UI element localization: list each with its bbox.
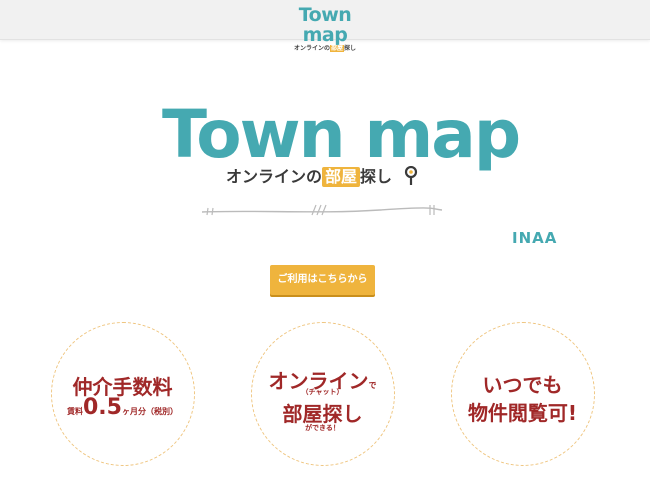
header-tag-post: 探し (344, 45, 357, 52)
map-pin-icon (404, 166, 418, 185)
hero-tag-pre: オンラインの (226, 167, 323, 186)
hero-logo-word: Town map (162, 96, 521, 173)
road-line-decoration (201, 204, 443, 216)
feature-2-line3: ができる！ (305, 424, 340, 432)
feature-3-line1: いつでも (482, 373, 563, 397)
feature-1-prefix: 賃料 (67, 407, 83, 416)
cta-button[interactable]: ご利用はこちらから (270, 265, 375, 295)
hero-tag-box: 部屋 (322, 167, 361, 187)
brand-inaa: INAA (512, 229, 558, 247)
hero-tagline: オンラインの 部屋 探し (226, 164, 392, 190)
feature-circle-commission: 仲介手数料 賃料0.5ヶ月分（税別） (51, 322, 195, 466)
feature-1-suffix: ヶ月分（税別） (121, 407, 178, 416)
feature-3-line2: 物件閲覧可! (467, 401, 578, 425)
hero-tag-post: 探し (360, 167, 393, 186)
feature-1-fee-line: 賃料0.5ヶ月分（税別） (52, 395, 193, 420)
header-logo-tagline: オンラインの部屋探し (276, 45, 374, 53)
feature-1-value: 0.5 (83, 395, 122, 420)
header-logo-word: Town map (298, 4, 352, 46)
header-tag-pre: オンラインの (293, 45, 330, 52)
top-header: Town map オンラインの部屋探し (0, 0, 650, 52)
header-logo[interactable]: Town map オンラインの部屋探し (276, 5, 374, 53)
header-tag-box: 部屋 (329, 45, 344, 52)
feature-2-sub: （チャット） (301, 388, 344, 396)
feature-circle-online: オンラインで （チャット） 部屋探し ができる！ (251, 322, 395, 466)
feature-circle-anytime: いつでも 物件閲覧可! (451, 322, 595, 466)
